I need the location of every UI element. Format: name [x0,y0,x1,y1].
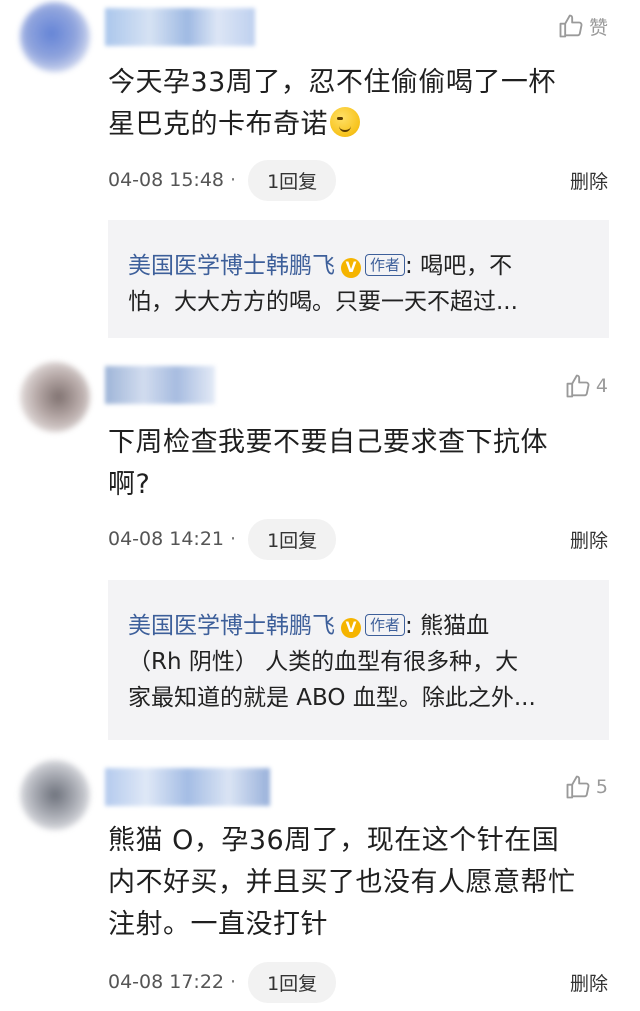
comment-meta: 04-08 15:48 · 1回复 删除 [108,159,608,201]
reply-text: 家最知道的就是 ABO 血型。除此之外... [128,685,536,711]
like-count: 4 [595,375,608,397]
verified-badge-icon: V [341,258,361,278]
like-button[interactable]: 4 [564,372,608,400]
reply-preview[interactable]: 美国医学博士韩鹏飞 V 作者: 熊猫血 （Rh 阴性） 人类的血型有很多种，大 家最… [108,580,609,740]
avatar[interactable] [20,2,90,72]
comment-text-line: 注射。一直没打针 [108,909,328,940]
reply-count-button[interactable]: 1回复 [248,159,337,201]
comment-text-line: 内不好买，并且买了也没有人愿意帮忙 [108,867,576,898]
reply-text: 怕，大大方方的喝。只要一天不超过... [128,289,518,315]
separator: · [230,528,237,550]
username[interactable] [105,768,270,806]
author-tag: 作者 [365,254,406,276]
like-label: 赞 [588,16,608,39]
delete-button[interactable]: 删除 [570,167,608,194]
comment-text: 下周检查我要不要自己要求查下抗体 啊? [108,422,608,506]
timestamp: 04-08 17:22 [108,971,225,993]
thumbs-up-icon [566,775,590,799]
thumbs-up-icon [566,374,590,398]
thumbs-up-icon [559,14,583,38]
reply-text: （Rh 阴性） 人类的血型有很多种，大 [128,649,519,675]
delete-button[interactable]: 删除 [570,969,608,996]
delete-button[interactable]: 删除 [570,526,608,553]
reply-author[interactable]: 美国医学博士韩鹏飞 [128,613,335,639]
reply-author[interactable]: 美国医学博士韩鹏飞 [128,253,335,279]
comment-text: 今天孕33周了，忍不住偷偷喝了一杯 星巴克的卡布奇诺 [108,62,608,146]
timestamp: 04-08 15:48 [108,169,225,191]
timestamp: 04-08 14:21 [108,528,225,550]
comment-text-line: 星巴克的卡布奇诺 [108,109,328,140]
comment-text-line: 今天孕33周了，忍不住偷偷喝了一杯 [108,67,556,98]
smirk-emoji-icon [330,107,360,137]
reply-count-button[interactable]: 1回复 [248,518,337,560]
username[interactable] [105,8,255,46]
comment-text-line: 啊? [108,469,151,500]
verified-badge-icon: V [341,618,361,638]
separator: · [230,169,237,191]
reply-count-button[interactable]: 1回复 [248,961,337,1003]
comment-text: 熊猫 O，孕36周了，现在这个针在国 内不好买，并且买了也没有人愿意帮忙 注射。… [108,820,608,946]
like-count: 5 [595,776,608,798]
comment-text-line: 熊猫 O，孕36周了，现在这个针在国 [108,825,560,856]
author-tag: 作者 [365,614,406,636]
separator: · [230,971,237,993]
reply-preview[interactable]: 美国医学博士韩鹏飞 V 作者: 喝吧，不 怕，大大方方的喝。只要一天不超过... [108,220,609,338]
reply-text: : 喝吧，不 [405,253,513,279]
comment-text-line: 下周检查我要不要自己要求查下抗体 [108,427,548,458]
comment-meta: 04-08 17:22 · 1回复 删除 [108,961,608,1003]
like-button[interactable]: 赞 [557,12,608,40]
avatar[interactable] [20,760,90,830]
comment-meta: 04-08 14:21 · 1回复 删除 [108,518,608,560]
reply-text: : 熊猫血 [405,613,490,639]
username[interactable] [105,366,215,404]
avatar[interactable] [20,362,90,432]
like-button[interactable]: 5 [564,773,608,801]
